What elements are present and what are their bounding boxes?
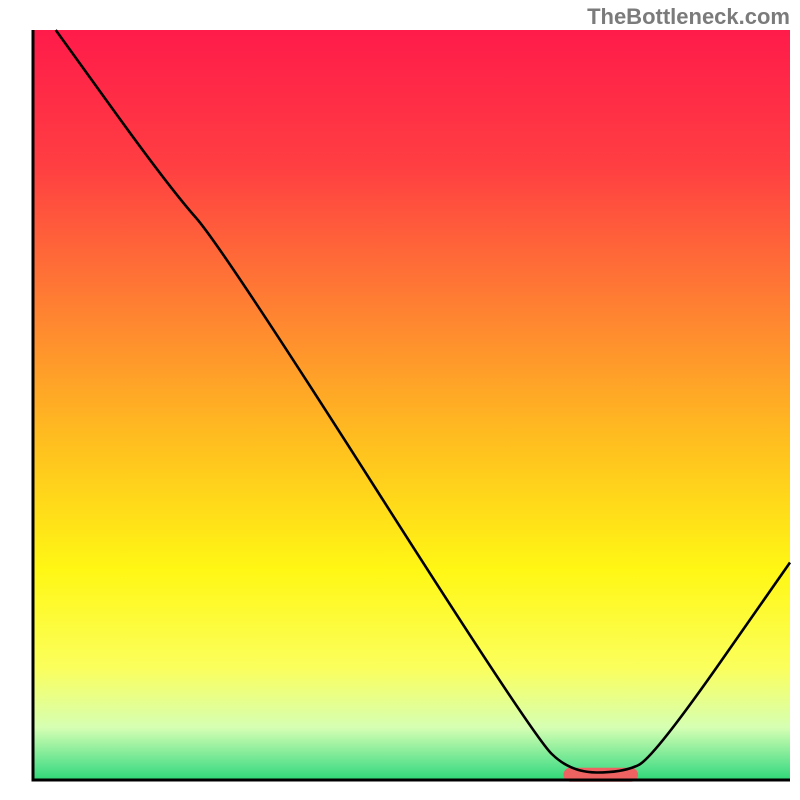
plot-background	[33, 30, 790, 780]
bottleneck-chart	[0, 0, 800, 800]
